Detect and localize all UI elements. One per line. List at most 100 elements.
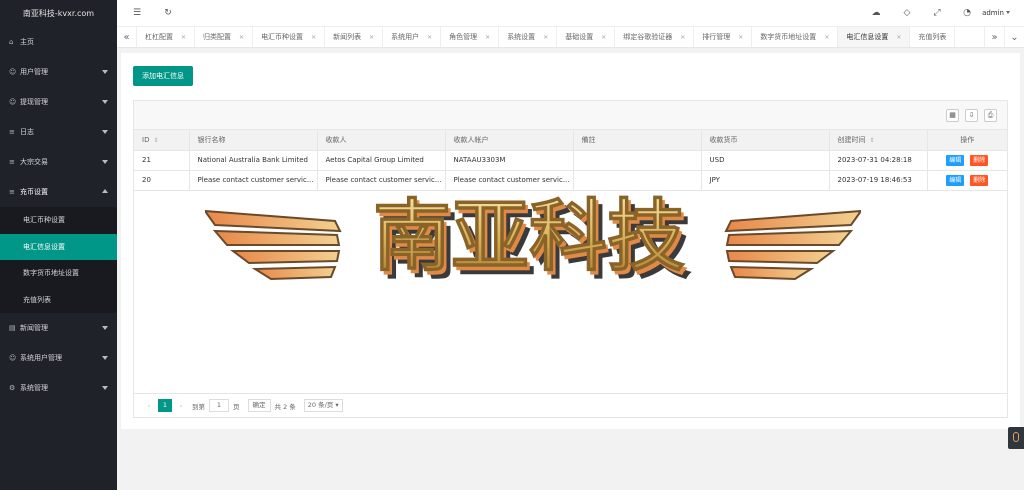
prev-page-icon[interactable]: ‹ <box>142 402 156 410</box>
export-icon[interactable]: ⇩ <box>965 109 978 122</box>
sidebar-item-system-user-management[interactable]: ☺ 系统用户管理 <box>0 343 117 373</box>
watermark-logo: 南亚科技 南亚科技 南亚科技 <box>205 192 861 290</box>
tag-icon[interactable]: ◇ <box>902 8 912 18</box>
left-wing-icon <box>205 209 342 281</box>
tab-label: 新闻列表 <box>333 33 362 41</box>
table-header-row: ID ⇕ 银行名称 收款人 收款人帐户 備註 收款货币 创建时间 ⇕ 操作 <box>134 130 1007 151</box>
current-page-button[interactable]: 1 <box>158 399 172 412</box>
refresh-icon[interactable]: ↻ <box>163 8 173 18</box>
delete-button[interactable]: 删除 <box>970 174 989 186</box>
add-wire-info-button[interactable]: 添加电汇信息 <box>133 66 193 86</box>
sidebar-item-home[interactable]: ⌂ 主页 <box>0 27 117 57</box>
sidebar-item-withdraw-management[interactable]: ☺ 提现管理 <box>0 87 117 117</box>
tab-bar: « 杠杠配置 ✕ 归类配置 ✕ 电汇币种设置 ✕ 新闻列表 ✕ 系统用户 ✕ 角色管理 ✕ 系统设置 ✕ 基… <box>117 27 1024 48</box>
cell-id: 21 <box>134 150 190 171</box>
menu-toggle-icon[interactable]: ☰ <box>132 8 142 18</box>
table: ID ⇕ 银行名称 收款人 收款人帐户 備註 收款货币 创建时间 ⇕ 操作 21 N… <box>134 130 1007 191</box>
tab-item[interactable]: 电汇信息设置 ✕ <box>838 27 911 47</box>
chevron-down-icon <box>102 356 108 360</box>
column-label: 创建时间 <box>837 135 866 144</box>
tab-scroll-right-icon[interactable]: » <box>984 27 1004 47</box>
floating-mouse-button[interactable] <box>1008 427 1024 449</box>
sidebar-item-deposit-settings[interactable]: ≡ 充币设置 <box>0 177 117 207</box>
page-size-select[interactable]: 20 条/页 ▾ <box>303 399 343 412</box>
sidebar-subitem-deposit-list[interactable]: 充值列表 <box>0 287 117 314</box>
right-wing-icon <box>724 209 861 281</box>
sidebar-item-label: 新闻管理 <box>20 324 48 332</box>
tab-item[interactable]: 排行管理 ✕ <box>694 27 753 47</box>
tab-item[interactable]: 新闻列表 ✕ <box>325 27 384 47</box>
tab-item[interactable]: 系统设置 ✕ <box>499 27 558 47</box>
sidebar-item-news-management[interactable]: ▤ 新闻管理 <box>0 313 117 343</box>
table-toolbar: ▦ ⇩ ⎙ <box>134 101 1007 130</box>
close-icon[interactable]: ✕ <box>485 27 490 47</box>
sidebar-item-log[interactable]: ≡ 日志 <box>0 117 117 147</box>
tab-item[interactable]: 系统用户 ✕ <box>383 27 442 47</box>
fullscreen-icon[interactable]: ⤢ <box>932 8 942 18</box>
tab-item[interactable]: 归类配置 ✕ <box>195 27 254 47</box>
chevron-down-icon <box>102 100 108 104</box>
sort-icon[interactable]: ⇕ <box>870 137 875 144</box>
tab-label: 电汇信息设置 <box>846 33 889 41</box>
sidebar-subitem-wire-currency[interactable]: 电汇币种设置 <box>0 207 117 234</box>
sidebar-item-block-trade[interactable]: ≡ 大宗交易 <box>0 147 117 177</box>
close-icon[interactable]: ✕ <box>181 27 186 47</box>
cell-created: 2023-07-31 04:28:18 <box>829 150 928 171</box>
page-number-input[interactable]: 1 <box>209 399 229 412</box>
close-icon[interactable]: ✕ <box>239 27 244 47</box>
chevron-down-icon <box>102 70 108 74</box>
confirm-page-button[interactable]: 确定 <box>247 399 271 412</box>
tab-list: 杠杠配置 ✕ 归类配置 ✕ 电汇币种设置 ✕ 新闻列表 ✕ 系统用户 ✕ 角色管理 ✕ 系统设置 ✕ 基础设… <box>137 27 984 47</box>
tab-item[interactable]: 绑定谷歌验证器 ✕ <box>615 27 695 47</box>
sidebar-item-user-management[interactable]: ☺ 用户管理 <box>0 57 117 87</box>
tab-label: 归类配置 <box>203 33 232 41</box>
sidebar-subnav: 电汇币种设置 电汇信息设置 数字货币地址设置 充值列表 <box>0 207 117 313</box>
close-icon[interactable]: ✕ <box>738 27 743 47</box>
column-header-bank: 银行名称 <box>189 130 318 151</box>
close-icon[interactable]: ✕ <box>543 27 548 47</box>
close-icon[interactable]: ✕ <box>896 27 901 47</box>
columns-filter-icon[interactable]: ▦ <box>946 109 959 122</box>
column-header-created[interactable]: 创建时间 ⇕ <box>829 130 928 151</box>
sidebar-subitem-wire-info[interactable]: 电汇信息设置 <box>0 233 117 260</box>
tab-label: 充值列表 <box>918 33 947 41</box>
chevron-down-icon <box>102 130 108 134</box>
cloud-icon[interactable]: ☁ <box>871 8 881 18</box>
delete-button[interactable]: 删除 <box>970 154 989 166</box>
next-page-icon[interactable]: › <box>174 402 188 410</box>
edit-button[interactable]: 编辑 <box>946 154 965 166</box>
close-icon[interactable]: ✕ <box>824 27 829 47</box>
tab-label: 基础设置 <box>565 33 594 41</box>
sidebar-item-system-management[interactable]: ⚙ 系统管理 <box>0 373 117 403</box>
app-logo-title: 南亚科技-kvxr.com <box>0 0 117 27</box>
caret-down-icon <box>1006 11 1010 14</box>
tab-item[interactable]: 充值列表 <box>910 27 956 47</box>
cell-bank: National Australia Bank Limited <box>189 150 318 171</box>
close-icon[interactable]: ✕ <box>680 27 685 47</box>
close-icon[interactable]: ✕ <box>427 27 432 47</box>
page-unit-label: 页 <box>233 402 240 411</box>
user-icon: ☺ <box>9 98 17 106</box>
sidebar: 南亚科技-kvxr.com ⌂ 主页 ☺ 用户管理 ☺ 提现管理 ≡ 日志 ≡ … <box>0 0 117 490</box>
edit-button[interactable]: 编辑 <box>946 174 965 186</box>
tab-item[interactable]: 数字货币地址设置 ✕ <box>752 27 839 47</box>
tab-item[interactable]: 杠杠配置 ✕ <box>137 27 196 47</box>
column-header-remark: 備註 <box>573 130 702 151</box>
tab-item[interactable]: 角色管理 ✕ <box>441 27 500 47</box>
tab-item[interactable]: 基础设置 ✕ <box>557 27 616 47</box>
sidebar-subitem-crypto-address[interactable]: 数字货币地址设置 <box>0 260 117 287</box>
column-header-id[interactable]: ID ⇕ <box>134 130 190 151</box>
close-icon[interactable]: ✕ <box>311 27 316 47</box>
sort-icon[interactable]: ⇕ <box>153 137 158 144</box>
bell-icon[interactable]: ◔ <box>962 8 972 18</box>
tab-options-icon[interactable]: ⌄ <box>1004 27 1024 47</box>
tab-item[interactable]: 电汇币种设置 ✕ <box>253 27 326 47</box>
column-header-account: 收款人帐户 <box>445 130 574 151</box>
close-icon[interactable]: ✕ <box>601 27 606 47</box>
cell-actions: 编辑 删除 <box>927 170 1007 191</box>
print-icon[interactable]: ⎙ <box>984 109 997 122</box>
column-header-payee: 收款人 <box>317 130 446 151</box>
tab-scroll-left-icon[interactable]: « <box>117 27 137 47</box>
user-menu[interactable]: admin <box>982 9 1010 17</box>
close-icon[interactable]: ✕ <box>369 27 374 47</box>
